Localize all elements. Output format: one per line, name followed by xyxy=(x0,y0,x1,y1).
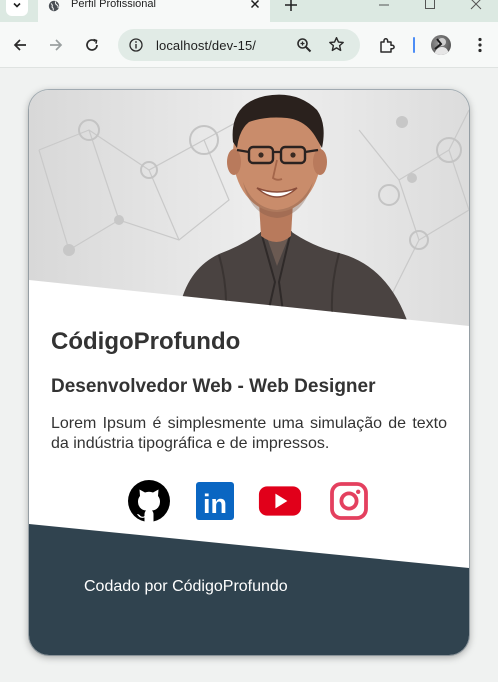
bookmark-star-icon[interactable] xyxy=(328,36,345,53)
github-link[interactable] xyxy=(127,480,171,522)
github-icon xyxy=(128,480,170,522)
arrow-right-icon xyxy=(50,39,63,51)
window-close-icon[interactable] xyxy=(469,0,483,11)
profile-card: CódigoProfundo Desenvolvedor Web - Web D… xyxy=(29,90,469,655)
profile-avatar[interactable] xyxy=(431,35,451,55)
profile-role: Desenvolvedor Web - Web Designer xyxy=(51,376,376,397)
tab-title: Perfil Profissional xyxy=(71,0,156,10)
footer-credit: Codado por CódigoProfundo xyxy=(84,578,288,595)
profile-name: CódigoProfundo xyxy=(51,328,241,355)
address-bar[interactable]: localhost/dev-15/ xyxy=(118,29,360,61)
extensions-button[interactable] xyxy=(378,36,396,54)
instagram-link[interactable] xyxy=(327,480,371,522)
reload-button[interactable] xyxy=(83,36,101,54)
new-tab-icon[interactable] xyxy=(284,0,298,12)
profile-photo xyxy=(29,90,469,326)
site-info-icon[interactable] xyxy=(129,38,143,52)
social-links: in xyxy=(127,480,372,522)
toolbar-separator xyxy=(413,37,415,53)
linkedin-icon: in xyxy=(196,482,234,520)
browser-toolbar: localhost/dev-15/ xyxy=(0,22,498,68)
minimize-icon[interactable] xyxy=(377,0,391,11)
url-text[interactable]: localhost/dev-15/ xyxy=(156,38,256,53)
youtube-icon xyxy=(258,486,302,516)
browser-menu-button[interactable] xyxy=(471,36,489,54)
kebab-menu-icon xyxy=(478,37,482,53)
profile-description: Lorem Ipsum é simplesmente uma simulação… xyxy=(51,415,447,452)
arrow-left-icon xyxy=(13,39,26,51)
youtube-link[interactable] xyxy=(258,480,302,522)
linkedin-label: in xyxy=(203,489,227,519)
user-photo-icon xyxy=(434,38,449,55)
browser-tab[interactable]: Perfil Profissional xyxy=(38,0,270,22)
reload-icon xyxy=(86,38,98,51)
tab-strip: Perfil Profissional xyxy=(0,0,498,22)
globe-icon xyxy=(48,0,60,12)
linkedin-link[interactable]: in xyxy=(193,480,237,522)
instagram-icon xyxy=(330,482,368,520)
back-button[interactable] xyxy=(11,36,29,54)
maximize-icon[interactable] xyxy=(423,0,437,11)
tab-search-button[interactable] xyxy=(6,0,28,16)
puzzle-icon xyxy=(380,37,395,53)
forward-button[interactable] xyxy=(47,36,65,54)
close-icon[interactable] xyxy=(248,0,262,11)
zoom-icon[interactable] xyxy=(296,37,312,53)
chevron-down-icon xyxy=(13,2,21,8)
